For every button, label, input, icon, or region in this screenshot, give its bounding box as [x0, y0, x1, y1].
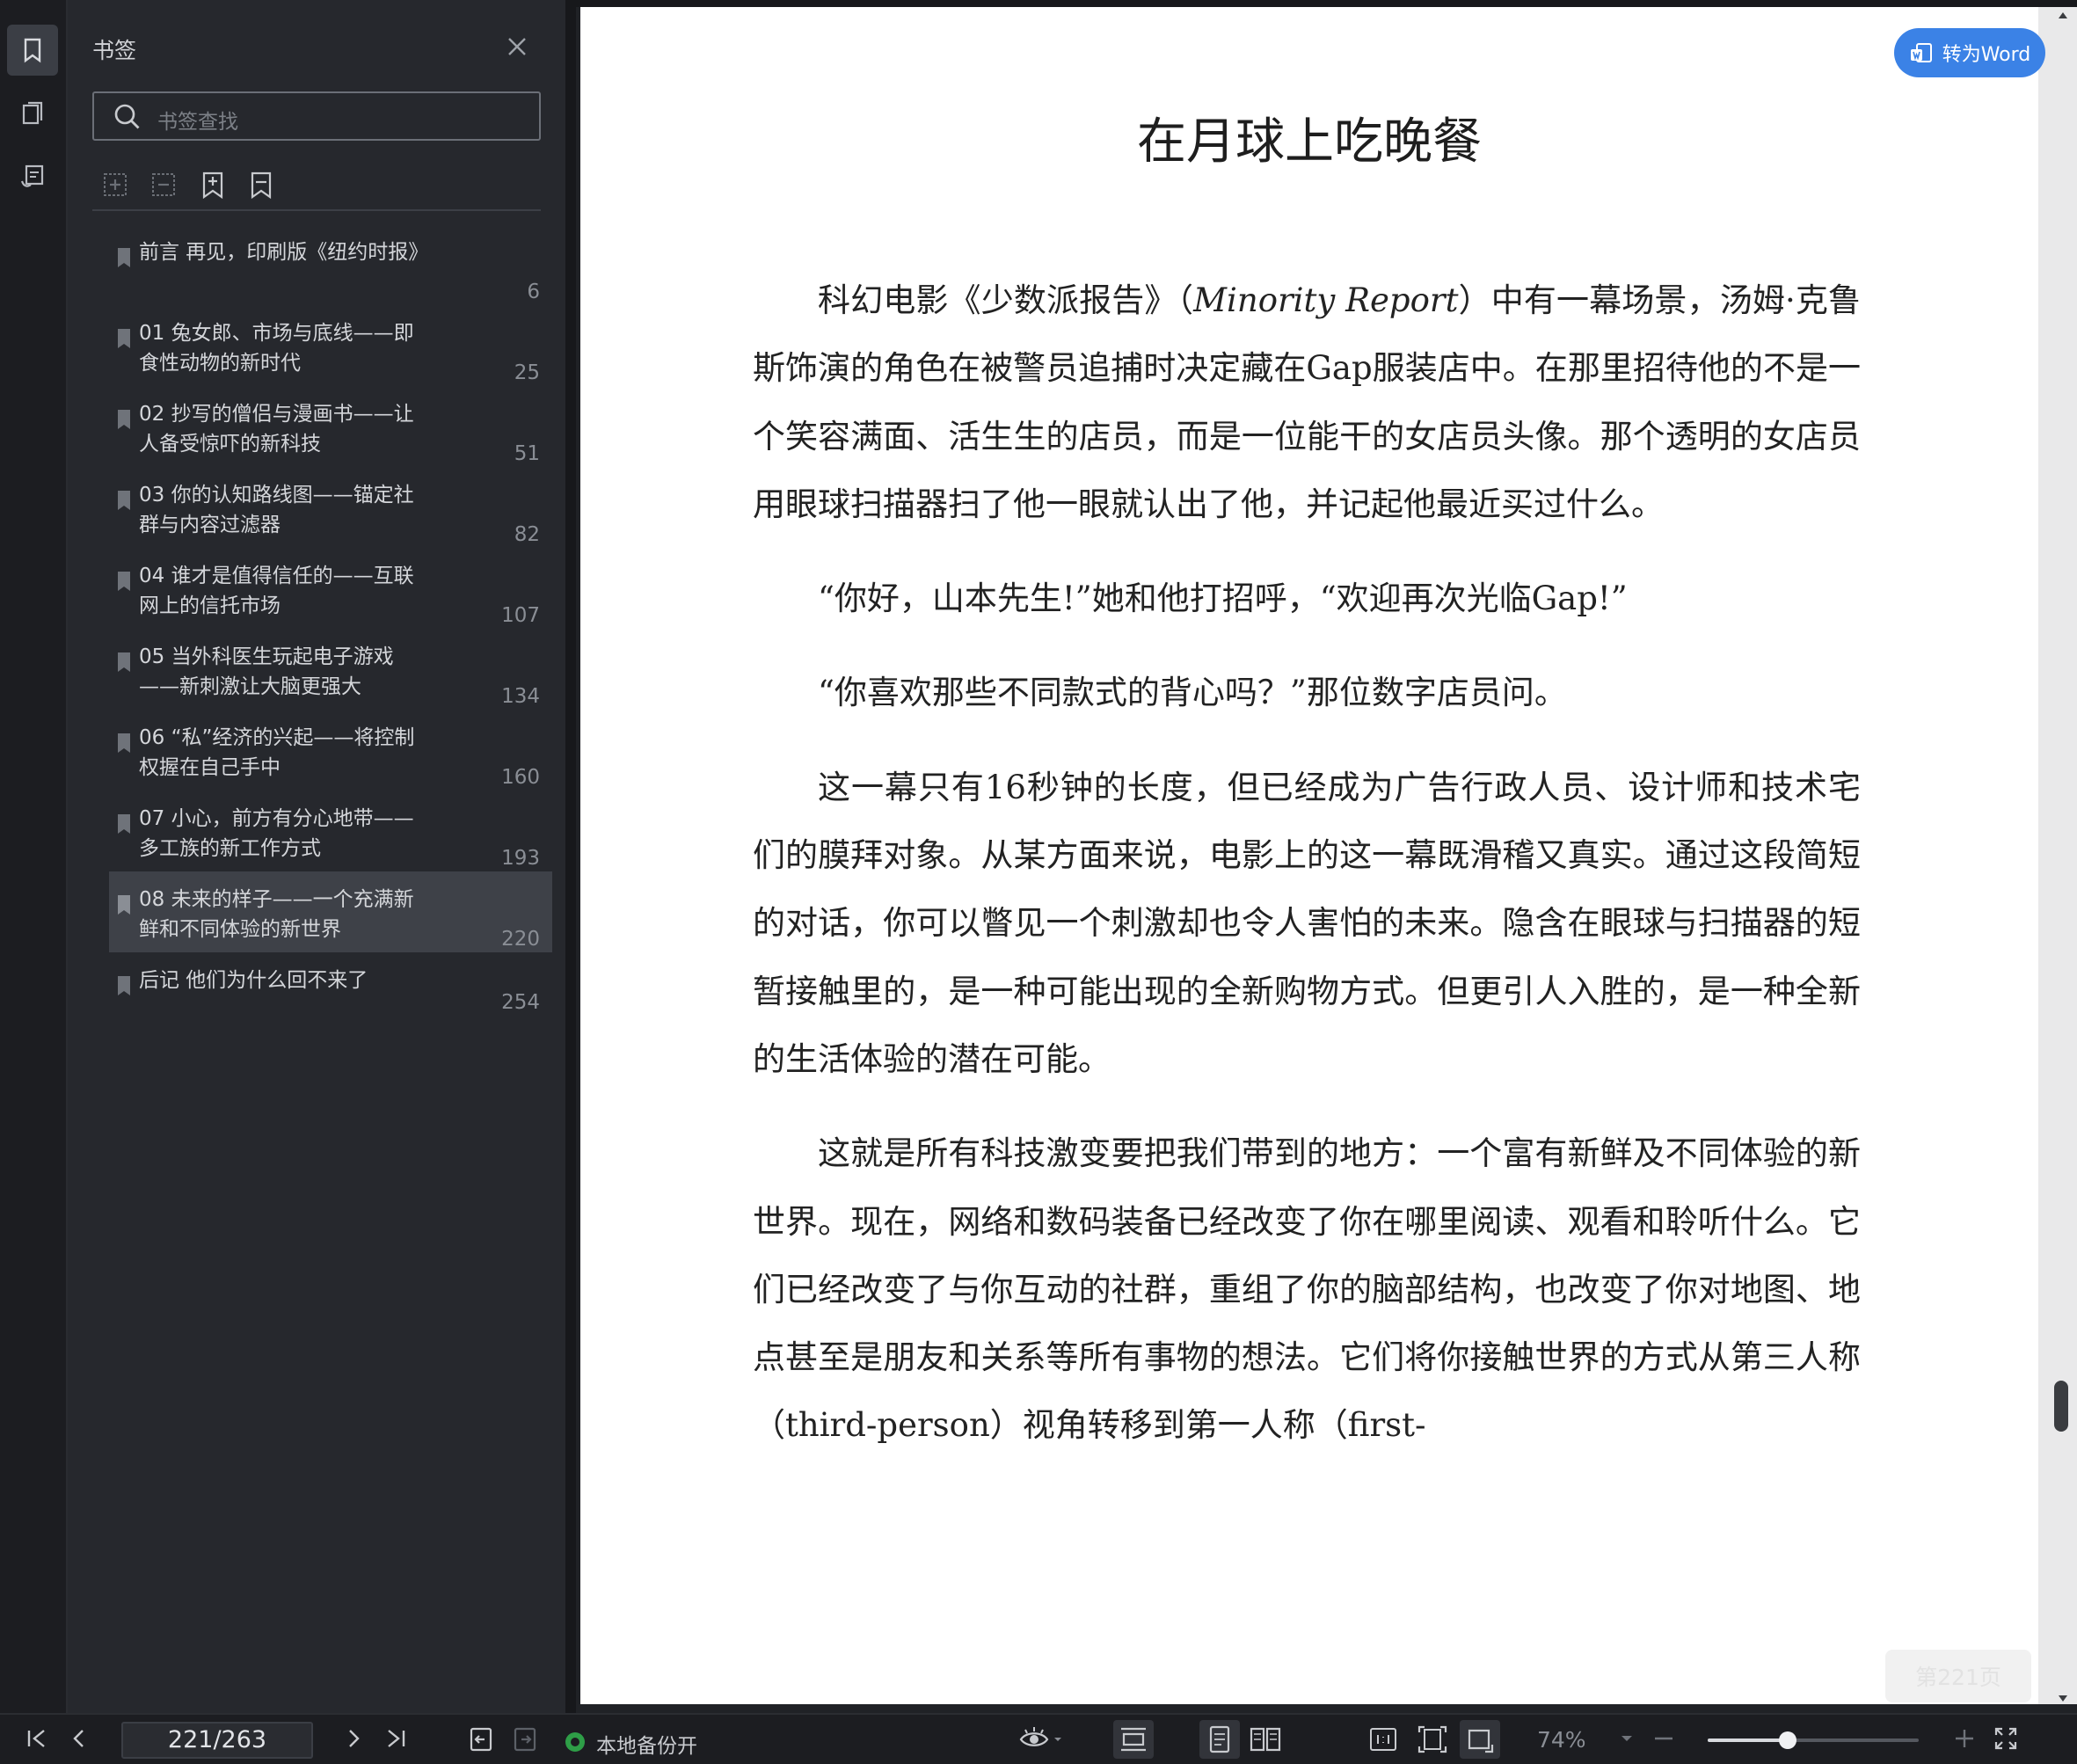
bookmark-panel-icon[interactable] [7, 25, 58, 76]
bookmark-item[interactable]: 前言 再见，印刷版《纽约时报》 6 [109, 224, 552, 305]
vertical-scrollbar[interactable] [2038, 7, 2077, 1704]
bookmark-flag-icon [118, 491, 130, 510]
bookmark-flag-icon [118, 248, 130, 267]
convert-to-word-button[interactable]: 转为Word [1894, 28, 2045, 77]
paragraph: “你喜欢那些不同款式的背心吗？”那位数字店员问。 [818, 674, 1567, 712]
document-top-border [576, 0, 2077, 7]
bookmark-label: 03 你的认知路线图——锚定社群与内容过滤器 [139, 484, 414, 536]
bookmark-flag-icon [118, 895, 130, 915]
bookmark-page: 25 [514, 361, 540, 384]
actual-size-button[interactable] [1363, 1720, 1403, 1759]
panel-title: 书签 [92, 38, 137, 63]
next-page-icon[interactable] [343, 1725, 364, 1752]
bookmark-item[interactable]: 02 抄写的僧侣与漫画书——让人备受惊吓的新科技 51 [109, 386, 552, 467]
bookmark-page: 160 [501, 766, 540, 789]
bookmark-icon[interactable] [246, 171, 278, 202]
search-placeholder: 书签查找 [157, 111, 238, 134]
bookmark-item-selected[interactable]: 08 未来的样子——一个充满新鲜和不同体验的新世界 220 [109, 871, 552, 952]
add-bookmark-icon[interactable] [198, 171, 230, 202]
bookmark-page: 254 [501, 991, 540, 1014]
bookmark-page: 82 [514, 523, 540, 546]
thumbnail-panel-icon[interactable] [7, 88, 58, 139]
backup-status-icon [565, 1732, 585, 1752]
convert-word-icon [1910, 43, 1932, 62]
bookmark-flag-icon [118, 329, 130, 348]
bookmark-label: 前言 再见，印刷版《纽约时报》 [139, 241, 429, 264]
zoom-slider-handle[interactable] [1779, 1731, 1797, 1749]
search-icon [114, 104, 140, 129]
chapter-title: 在月球上吃晚餐 [1137, 113, 1482, 171]
fullscreen-icon[interactable] [1993, 1725, 2019, 1752]
bookmark-page: 134 [501, 685, 540, 708]
paragraph: 这一幕只有16秒钟的长度，但已经成为广告行政人员、设计师和技术宅们的膜拜对象。从… [753, 768, 1861, 1078]
bookmark-flag-icon [118, 410, 130, 429]
bookmark-page: 6 [527, 281, 540, 303]
forward-icon[interactable] [512, 1725, 540, 1753]
scroll-up-arrow-icon[interactable] [2059, 12, 2067, 18]
zoom-dropdown-icon[interactable] [1620, 1725, 1634, 1752]
bookmark-label: 后记 他们为什么回不来了 [139, 969, 368, 992]
bookmark-item[interactable]: 05 当外科医生玩起电子游戏——新刺激让大脑更强大 134 [109, 629, 552, 710]
bookmark-item[interactable]: 07 小心，前方有分心地带——多工族的新工作方式 193 [109, 791, 552, 871]
bookmark-flag-icon [118, 976, 130, 995]
scrollbar-thumb[interactable] [2054, 1381, 2068, 1432]
bookmark-flag-icon [118, 733, 130, 753]
left-icon-rail [0, 0, 68, 1713]
bookmark-label: 02 抄写的僧侣与漫画书——让人备受惊吓的新科技 [139, 403, 414, 456]
bookmark-item[interactable]: 04 谁才是值得信任的——互联网上的信托市场 107 [109, 548, 552, 629]
bookmark-flag-icon [118, 814, 130, 834]
zoom-slider-fill [1708, 1738, 1789, 1742]
bookmark-label: 04 谁才是值得信任的——互联网上的信托市场 [139, 565, 414, 617]
annotation-panel-icon[interactable] [7, 151, 58, 202]
bookmark-list: 前言 再见，印刷版《纽约时报》 6 01 兔女郎、市场与底线——即食性动物的新时… [109, 224, 552, 1014]
panel-resize-handle[interactable] [565, 0, 576, 1713]
status-bar: 221/263 本地备份开 74% [0, 1713, 2077, 1764]
bookmark-search-input[interactable]: 书签查找 [92, 91, 541, 141]
page-number-input[interactable]: 221/263 [121, 1722, 313, 1759]
backup-status-label[interactable]: 本地备份开 [596, 1729, 697, 1759]
double-page-button[interactable] [1245, 1720, 1286, 1759]
single-page-button[interactable] [1199, 1720, 1240, 1759]
bookmark-page: 193 [501, 847, 540, 870]
last-page-icon[interactable] [383, 1725, 408, 1752]
bookmark-item[interactable]: 后记 他们为什么回不来了 254 [109, 952, 552, 1014]
bookmark-label: 01 兔女郎、市场与底线——即食性动物的新时代 [139, 322, 414, 375]
fit-width-button[interactable] [1113, 1720, 1154, 1759]
bookmark-label: 08 未来的样子——一个充满新鲜和不同体验的新世界 [139, 888, 414, 941]
bookmark-item[interactable]: 03 你的认知路线图——锚定社群与内容过滤器 82 [109, 467, 552, 548]
bookmark-toolbar [92, 167, 541, 211]
document-page: 在月球上吃晚餐 科幻电影《少数派报告》（Minority Report）中有一幕… [580, 7, 2038, 1704]
collapse-all-icon[interactable] [149, 171, 181, 202]
paragraph: “你好，山本先生!”她和他打招呼，“欢迎再次光临Gap!” [818, 579, 1628, 618]
fit-page-button[interactable] [1412, 1720, 1453, 1759]
bookmark-panel: 书签 书签查找 前言 再见，印刷版《纽约时报》 6 01 兔女郎、市场与底线——… [68, 0, 565, 1713]
bookmark-item[interactable]: 06 “私”经济的兴起——将控制权握在自己手中 160 [109, 710, 552, 791]
bookmark-page: 107 [501, 604, 540, 627]
scroll-down-arrow-icon[interactable] [2059, 1695, 2067, 1702]
zoom-level[interactable]: 74% [1537, 1727, 1586, 1753]
first-page-icon[interactable] [25, 1725, 49, 1752]
previous-page-icon[interactable] [69, 1725, 90, 1752]
paragraph: 科幻电影《少数派报告》（Minority Report）中有一幕场景，汤姆·克鲁… [753, 281, 1862, 523]
bookmark-page: 51 [514, 442, 540, 465]
zoom-in-icon[interactable] [1952, 1725, 1977, 1752]
bookmark-label: 06 “私”经济的兴起——将控制权握在自己手中 [139, 726, 415, 779]
zoom-slider[interactable] [1708, 1731, 1919, 1749]
bookmark-flag-icon [118, 652, 130, 672]
paragraph: 这就是所有科技激变要把我们带到的地方：一个富有新鲜及不同体验的新世界。现在，网络… [753, 1134, 1861, 1445]
close-icon[interactable] [504, 33, 530, 60]
bookmark-page: 220 [501, 928, 540, 951]
bookmark-label: 05 当外科医生玩起电子游戏——新刺激让大脑更强大 [139, 645, 394, 698]
back-icon[interactable] [468, 1725, 496, 1753]
zoom-out-icon[interactable] [1651, 1725, 1676, 1752]
document-body: 科幻电影《少数派报告》（Minority Report）中有一幕场景，汤姆·克鲁… [753, 266, 1861, 1486]
bookmark-label: 07 小心，前方有分心地带——多工族的新工作方式 [139, 807, 414, 860]
bookmark-item[interactable]: 01 兔女郎、市场与底线——即食性动物的新时代 25 [109, 305, 552, 386]
rotate-page-button[interactable] [1460, 1720, 1500, 1759]
page-number-badge: 第221页 [1885, 1650, 2031, 1702]
expand-all-icon[interactable] [101, 171, 133, 202]
bookmark-flag-icon [118, 572, 130, 591]
eye-protection-icon[interactable] [1018, 1725, 1062, 1753]
convert-word-label: 转为Word [1942, 44, 2031, 66]
